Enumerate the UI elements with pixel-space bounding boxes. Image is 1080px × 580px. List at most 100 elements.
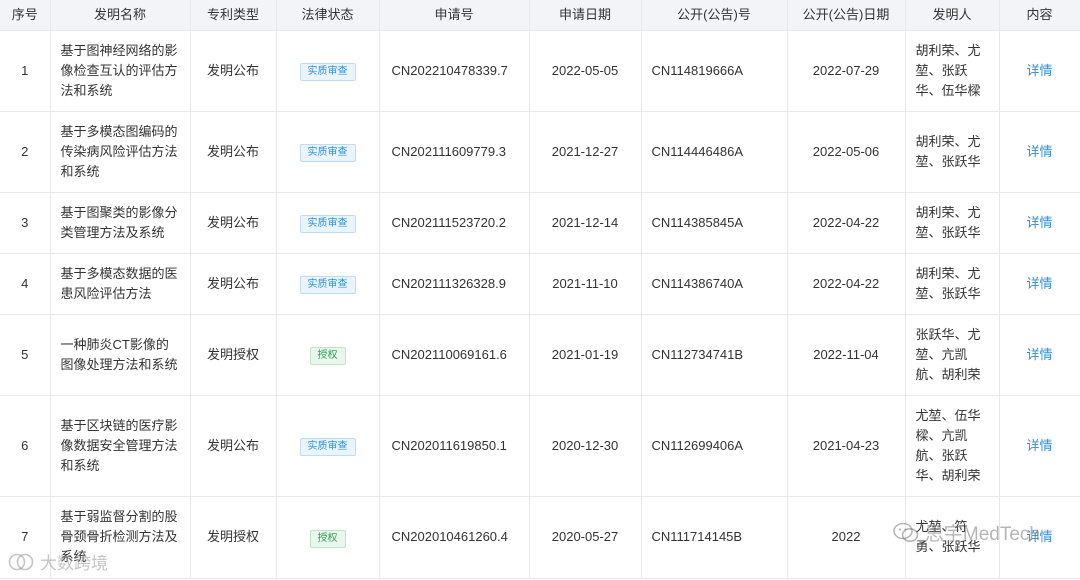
header-status: 法律状态 xyxy=(276,0,380,31)
row-inventors-text: 胡利荣、尤堃、张跃华、伍华樑 xyxy=(915,42,981,98)
row-type: 发明公布 xyxy=(190,111,277,193)
table-row: 1 基于图神经网络的影像检查互认的评估方法和系统 发明公布 实质审查 CN202… xyxy=(0,30,1080,112)
status-badge: 授权 xyxy=(309,529,346,548)
row-inventors-text: 尤堃、伍华樑、亢凯航、张跃华、胡利荣 xyxy=(915,407,981,483)
row-name-text: 基于弱监督分割的股骨颈骨折检测方法及系统 xyxy=(60,509,178,564)
row-pub-date: 2022-04-22 xyxy=(787,253,906,315)
row-type: 发明公布 xyxy=(190,395,277,497)
header-pub-date: 公开(公告)日期 xyxy=(787,0,906,31)
row-inventors: 张跃华、尤堃、亢凯航、胡利荣 xyxy=(905,314,1000,396)
row-pub-no: CN114819666A xyxy=(641,30,788,112)
row-name-text: 一种肺炎CT影像的图像处理方法和系统 xyxy=(60,336,178,372)
row-app-date: 2021-01-19 xyxy=(529,314,642,396)
row-status-cell: 实质审查 xyxy=(276,111,380,193)
row-inventors-text: 胡利荣、尤堃、张跃华 xyxy=(915,133,981,169)
row-inventors-text: 胡利荣、尤堃、张跃华 xyxy=(915,204,981,240)
row-app-no: CN202210478339.7 xyxy=(379,30,530,112)
row-app-no: CN202111326328.9 xyxy=(379,253,530,315)
row-no: 4 xyxy=(0,253,51,315)
row-pub-no: CN114386740A xyxy=(641,253,788,315)
detail-link[interactable]: 详情 xyxy=(1026,63,1052,78)
header-inventors: 发明人 xyxy=(905,0,1000,31)
row-app-no: CN202011619850.1 xyxy=(379,395,530,497)
table-row: 2 基于多模态图编码的传染病风险评估方法和系统 发明公布 实质审查 CN2021… xyxy=(0,111,1080,193)
row-detail-cell: 详情 xyxy=(999,496,1080,579)
row-pub-no: CN112699406A xyxy=(641,395,788,497)
detail-link[interactable]: 详情 xyxy=(1026,438,1052,453)
table-row: 6 基于区块链的医疗影像数据安全管理方法和系统 发明公布 实质审查 CN2020… xyxy=(0,395,1080,497)
row-pub-date: 2021-04-23 xyxy=(787,395,906,497)
row-name: 基于多模态数据的医患风险评估方法 xyxy=(50,253,191,315)
row-inventors: 胡利荣、尤堃、张跃华、伍华樑 xyxy=(905,30,1000,112)
detail-link[interactable]: 详情 xyxy=(1026,144,1052,159)
row-app-date: 2021-11-10 xyxy=(529,253,642,315)
row-app-date: 2020-05-27 xyxy=(529,496,642,579)
row-pub-no: CN111714145B xyxy=(641,496,788,579)
row-name: 基于多模态图编码的传染病风险评估方法和系统 xyxy=(50,111,191,193)
detail-link[interactable]: 详情 xyxy=(1026,529,1052,544)
row-pub-no: CN114446486A xyxy=(641,111,788,193)
row-type: 发明公布 xyxy=(190,253,277,315)
row-detail-cell: 详情 xyxy=(999,30,1080,112)
row-app-no: CN202111609779.3 xyxy=(379,111,530,193)
status-badge: 实质审查 xyxy=(299,215,356,233)
row-no: 1 xyxy=(0,30,51,112)
row-status-cell: 实质审查 xyxy=(276,395,380,497)
row-inventors: 胡利荣、尤堃、张跃华 xyxy=(905,111,1000,193)
row-inventors-text: 张跃华、尤堃、亢凯航、胡利荣 xyxy=(915,326,981,382)
row-detail-cell: 详情 xyxy=(999,314,1080,396)
patent-table: 序号 发明名称 专利类型 法律状态 申请号 申请日期 公开(公告)号 公开(公告… xyxy=(0,0,1080,579)
table-header-row: 序号 发明名称 专利类型 法律状态 申请号 申请日期 公开(公告)号 公开(公告… xyxy=(0,0,1080,31)
table-row: 4 基于多模态数据的医患风险评估方法 发明公布 实质审查 CN202111326… xyxy=(0,253,1080,315)
header-name: 发明名称 xyxy=(50,0,191,31)
row-inventors-text: 尤堃、符勇、张跃华 xyxy=(915,519,981,554)
row-inventors: 尤堃、伍华樑、亢凯航、张跃华、胡利荣 xyxy=(905,395,1000,497)
row-no: 2 xyxy=(0,111,51,193)
detail-link[interactable]: 详情 xyxy=(1026,215,1052,230)
status-badge: 授权 xyxy=(309,347,346,365)
row-inventors: 胡利荣、尤堃、张跃华 xyxy=(905,253,1000,315)
row-name-text: 基于多模态图编码的传染病风险评估方法和系统 xyxy=(60,123,178,179)
row-no: 5 xyxy=(0,314,51,396)
row-name-text: 基于图聚类的影像分类管理方法及系统 xyxy=(60,204,178,240)
row-pub-no: CN112734741B xyxy=(641,314,788,396)
row-name: 一种肺炎CT影像的图像处理方法和系统 xyxy=(50,314,191,396)
table-row: 7 基于弱监督分割的股骨颈骨折检测方法及系统 发明授权 授权 CN2020104… xyxy=(0,496,1080,579)
status-badge: 实质审查 xyxy=(299,438,356,456)
row-name: 基于弱监督分割的股骨颈骨折检测方法及系统 xyxy=(50,496,191,579)
row-app-date: 2022-05-05 xyxy=(529,30,642,112)
row-app-date: 2020-12-30 xyxy=(529,395,642,497)
row-status-cell: 授权 xyxy=(276,496,380,579)
row-status-cell: 实质审查 xyxy=(276,30,380,112)
row-pub-date: 2022-05-06 xyxy=(787,111,906,193)
row-no: 3 xyxy=(0,192,51,254)
row-name-text: 基于区块链的医疗影像数据安全管理方法和系统 xyxy=(60,417,178,473)
row-type: 发明公布 xyxy=(190,30,277,112)
detail-link[interactable]: 详情 xyxy=(1026,276,1052,291)
row-pub-date: 2022-07-29 xyxy=(787,30,906,112)
status-badge: 实质审查 xyxy=(299,276,356,294)
row-type: 发明公布 xyxy=(190,192,277,254)
row-detail-cell: 详情 xyxy=(999,253,1080,315)
header-app-date: 申请日期 xyxy=(529,0,642,31)
row-no: 6 xyxy=(0,395,51,497)
status-badge: 实质审查 xyxy=(299,144,356,162)
header-type: 专利类型 xyxy=(190,0,277,31)
row-detail-cell: 详情 xyxy=(999,395,1080,497)
row-inventors-text: 胡利荣、尤堃、张跃华 xyxy=(915,265,981,301)
detail-link[interactable]: 详情 xyxy=(1026,347,1052,362)
row-inventors: 尤堃、符勇、张跃华 xyxy=(905,496,1000,579)
row-pub-date: 2022-11-04 xyxy=(787,314,906,396)
row-status-cell: 实质审查 xyxy=(276,192,380,254)
row-inventors: 胡利荣、尤堃、张跃华 xyxy=(905,192,1000,254)
row-pub-no: CN114385845A xyxy=(641,192,788,254)
row-name-text: 基于图神经网络的影像检查互认的评估方法和系统 xyxy=(60,42,178,98)
row-name-text: 基于多模态数据的医患风险评估方法 xyxy=(60,265,178,301)
table-row: 3 基于图聚类的影像分类管理方法及系统 发明公布 实质审查 CN20211152… xyxy=(0,192,1080,254)
table-row: 5 一种肺炎CT影像的图像处理方法和系统 发明授权 授权 CN202110069… xyxy=(0,314,1080,396)
row-name: 基于图神经网络的影像检查互认的评估方法和系统 xyxy=(50,30,191,112)
row-status-cell: 授权 xyxy=(276,314,380,396)
row-app-no: CN202110069161.6 xyxy=(379,314,530,396)
row-detail-cell: 详情 xyxy=(999,192,1080,254)
row-name: 基于区块链的医疗影像数据安全管理方法和系统 xyxy=(50,395,191,497)
